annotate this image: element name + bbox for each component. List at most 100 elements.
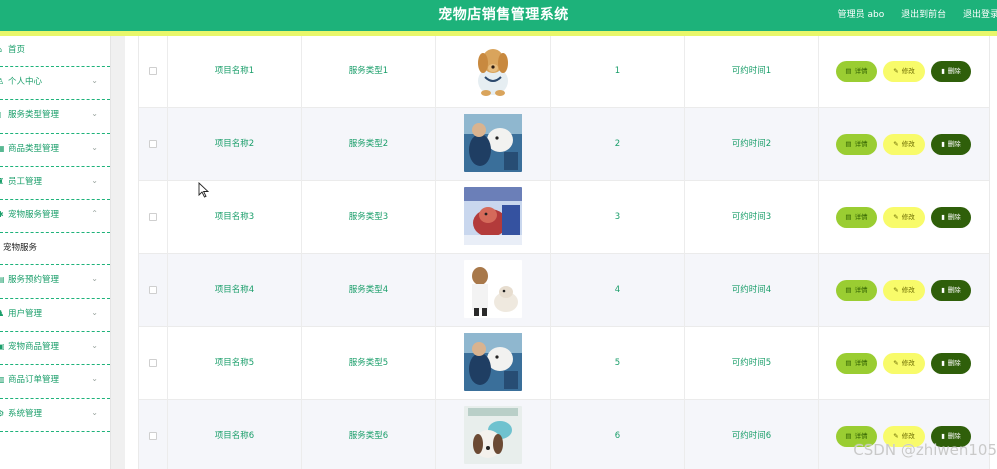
sidebar-item-system[interactable]: ⚙ 系统管理 ⌄ [0, 399, 110, 432]
sidebar-menu: ⌂ 首页 ♙ 个人中心 ⌄ ▯ 服务类型管理 ⌄ ▦ 商品类型管理 ⌄ ♜ 员工… [0, 36, 110, 469]
top-navbar: 宠物店销售管理系统 管理员 abo 退出到前台 退出登录 [0, 0, 997, 31]
chevron-down-icon: ⌄ [91, 407, 98, 417]
available-time-cell: 可约时间6 [685, 400, 819, 469]
table-row: 项目名称3 服务类型3 3 可约时间3 ▤ 详情 ✎ 修改 ▮ 删除 [139, 181, 989, 254]
detail-icon: ▤ [845, 67, 852, 75]
actions-cell: ▤ 详情 ✎ 修改 ▮ 删除 [819, 327, 989, 400]
pet-photo [464, 187, 522, 245]
detail-button[interactable]: ▤ 详情 [836, 280, 877, 301]
sidebar-item-pet-goods[interactable]: ▣ 宠物商品管理 ⌄ [0, 332, 110, 366]
mouse-cursor-icon [198, 182, 210, 198]
sidebar-item-orders[interactable]: ▥ 商品订单管理 ⌄ [0, 365, 110, 399]
service-type-cell: 服务类型5 [302, 327, 436, 400]
pencil-icon: ✎ [893, 67, 899, 75]
table-row: 项目名称4 服务类型4 4 可约时间4 ▤ 详情 ✎ 修改 ▮ 删除 [139, 254, 989, 327]
sidebar-item-home[interactable]: ⌂ 首页 [0, 36, 110, 67]
actions-cell: ▤ 详情 ✎ 修改 ▮ 删除 [819, 254, 989, 327]
sidebar-item-label: 系统管理 [8, 408, 43, 419]
row-checkbox[interactable] [149, 139, 157, 148]
pet-photo [464, 41, 522, 99]
available-time-cell: 可约时间4 [685, 254, 819, 327]
detail-button[interactable]: ▤ 详情 [836, 353, 877, 374]
edit-button[interactable]: ✎ 修改 [883, 61, 925, 82]
delete-button[interactable]: ▮ 删除 [931, 280, 971, 301]
sidebar-item-label: 员工管理 [8, 176, 43, 187]
count-cell: 1 [551, 36, 685, 108]
sidebar-item-label: 服务预约管理 [8, 275, 60, 286]
trash-icon: ▮ [941, 432, 945, 440]
chevron-up-icon: ⌃ [91, 209, 98, 219]
chevron-down-icon: ⌄ [91, 374, 98, 384]
project-name-cell: 项目名称5 [168, 327, 302, 400]
row-checkbox[interactable] [149, 285, 157, 294]
edit-button[interactable]: ✎ 修改 [883, 280, 925, 301]
doc-icon: ▯ [0, 100, 1, 130]
delete-button[interactable]: ▮ 删除 [931, 207, 971, 228]
edit-button[interactable]: ✎ 修改 [883, 353, 925, 374]
actions-cell: ▤ 详情 ✎ 修改 ▮ 删除 [819, 36, 989, 108]
user-icon: ♙ [0, 77, 5, 86]
row-checkbox[interactable] [149, 66, 157, 75]
detail-button[interactable]: ▤ 详情 [836, 134, 877, 155]
count-cell: 4 [551, 254, 685, 327]
sidebar-item-personal-center[interactable]: ♙ 个人中心 ⌄ [0, 67, 110, 101]
sidebar-item-service-type[interactable]: ▯ 服务类型管理 ⌄ [0, 100, 110, 134]
back-to-front-link[interactable]: 退出到前台 [901, 10, 946, 20]
row-checkbox[interactable] [149, 358, 157, 367]
delete-button[interactable]: ▮ 删除 [931, 134, 971, 155]
detail-icon: ▤ [845, 140, 852, 148]
calendar-icon: ▤ [0, 275, 5, 285]
project-name-cell: 项目名称6 [168, 400, 302, 469]
delete-button[interactable]: ▮ 删除 [931, 353, 971, 374]
settings-icon: ⚙ [0, 408, 5, 418]
sidebar-scrollbar[interactable] [110, 36, 125, 469]
row-checkbox[interactable] [149, 212, 157, 221]
sidebar-item-appointment[interactable]: ▤ 服务预约管理 ⌄ [0, 265, 110, 299]
pet-photo [464, 333, 522, 391]
sidebar-item-label: 宠物服务管理 [8, 210, 60, 221]
logout-link[interactable]: 退出登录 [963, 10, 997, 20]
delete-button[interactable]: ▮ 删除 [931, 61, 971, 82]
actions-cell: ▤ 详情 ✎ 修改 ▮ 删除 [819, 181, 989, 254]
table-row: 项目名称2 服务类型2 2 可约时间2 ▤ 详情 ✎ 修改 ▮ 删除 [139, 108, 989, 181]
sidebar-item-label: 用户管理 [8, 308, 43, 319]
sidebar-item-goods-type[interactable]: ▦ 商品类型管理 ⌄ [0, 134, 110, 167]
project-name-cell: 项目名称2 [168, 108, 302, 181]
sidebar-item-label: 服务类型管理 [8, 110, 60, 121]
project-name-cell: 项目名称4 [168, 254, 302, 327]
available-time-cell: 可约时间2 [685, 108, 819, 181]
edit-button[interactable]: ✎ 修改 [883, 134, 925, 155]
available-time-cell: 可约时间3 [685, 181, 819, 254]
service-type-cell: 服务类型4 [302, 254, 436, 327]
project-name-cell: 项目名称1 [168, 36, 302, 108]
detail-button[interactable]: ▤ 详情 [836, 207, 877, 228]
users-icon: ♟ [0, 308, 5, 318]
pet-photo [464, 406, 522, 464]
sidebar-item-label: 商品类型管理 [8, 143, 60, 154]
paw-icon: ✱ [0, 210, 4, 220]
pencil-icon: ✎ [893, 140, 899, 148]
table-row: 项目名称1 服务类型1 1 可约时间1 ▤ 详情 ✎ 修改 ▮ 删除 [139, 36, 989, 108]
chevron-down-icon: ⌄ [91, 109, 98, 119]
edit-button[interactable]: ✎ 修改 [883, 207, 925, 228]
pet-service-table: 项目名称1 服务类型1 1 可约时间1 ▤ 详情 ✎ 修改 ▮ 删除 项目名称2… [138, 36, 990, 469]
sidebar-item-label: 宠物商品管理 [8, 342, 60, 353]
order-icon: ▥ [0, 375, 5, 385]
sidebar-item-pet-service[interactable]: ✱ 宠物服务管理 ⌃ [0, 200, 110, 234]
sidebar-item-label: 首页 [8, 45, 26, 55]
service-type-cell: 服务类型3 [302, 181, 436, 254]
sidebar-item-users[interactable]: ♟ 用户管理 ⌄ [0, 299, 110, 333]
detail-button[interactable]: ▤ 详情 [836, 61, 877, 82]
detail-icon: ▤ [845, 359, 852, 367]
sidebar-item-staff[interactable]: ♜ 员工管理 ⌄ [0, 167, 110, 201]
row-checkbox[interactable] [149, 431, 157, 440]
trash-icon: ▮ [941, 359, 945, 367]
sidebar-subitem-pet-service[interactable]: 宠物服务 [0, 233, 110, 266]
pencil-icon: ✎ [893, 359, 899, 367]
actions-cell: ▤ 详情 ✎ 修改 ▮ 删除 [819, 108, 989, 181]
trash-icon: ▮ [941, 140, 945, 148]
trash-icon: ▮ [941, 67, 945, 75]
main-content: 项目名称1 服务类型1 1 可约时间1 ▤ 详情 ✎ 修改 ▮ 删除 项目名称2… [125, 36, 997, 469]
grid-icon: ▦ [0, 143, 5, 153]
box-icon: ▣ [0, 342, 5, 352]
